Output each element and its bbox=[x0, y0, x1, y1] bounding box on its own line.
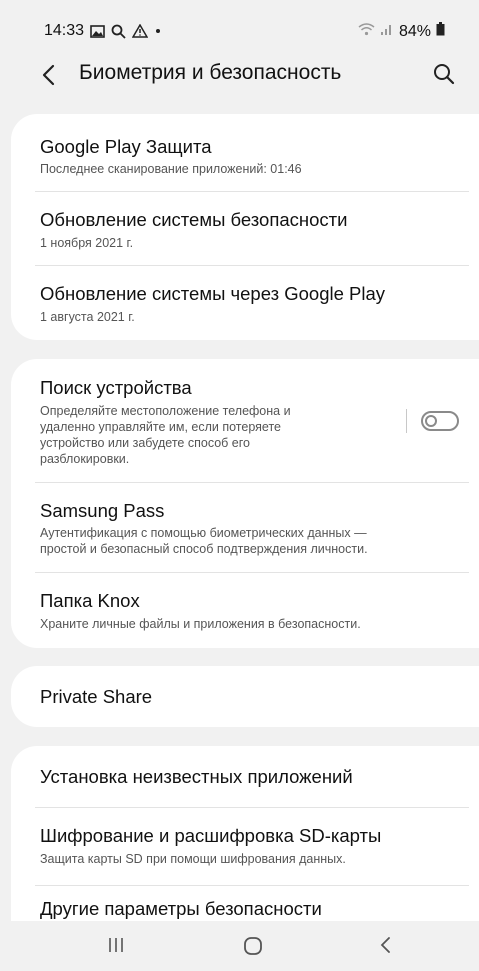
status-time: 14:33 bbox=[44, 22, 85, 39]
page-title: Биометрия и безопасность bbox=[79, 61, 342, 84]
gallery-icon bbox=[90, 24, 105, 38]
list-item-google-play-system-update[interactable]: Обновление системы через Google Play 1 а… bbox=[11, 266, 479, 340]
status-left: 14:33 bbox=[44, 22, 162, 40]
item-subtitle-line: Определяйте местоположение телефона и bbox=[40, 404, 291, 418]
item-title: Другие параметры безопасности bbox=[40, 898, 322, 919]
list-item-other-security-settings[interactable]: Другие параметры безопасности bbox=[11, 886, 479, 921]
item-title: Обновление системы через Google Play bbox=[40, 283, 386, 304]
toggle-separator bbox=[406, 409, 407, 433]
notification-dot-icon bbox=[154, 27, 162, 35]
app-bar: Биометрия и безопасность bbox=[0, 55, 479, 95]
item-subtitle: Защита карты SD при помощи шифрования да… bbox=[40, 852, 346, 866]
signal-icon bbox=[380, 22, 394, 41]
settings-card-device: Поиск устройства Определяйте местоположе… bbox=[11, 359, 479, 648]
item-subtitle-line: простой и безопасный способ подтверждени… bbox=[40, 542, 368, 556]
settings-card-apps: Установка неизвестных приложений Шифрова… bbox=[11, 746, 479, 921]
warning-icon bbox=[132, 24, 149, 38]
item-title: Private Share bbox=[40, 686, 153, 707]
item-title: Поиск устройства bbox=[40, 377, 192, 398]
list-item-security-update[interactable]: Обновление системы безопасности 1 ноября… bbox=[11, 192, 479, 266]
item-title: Samsung Pass bbox=[40, 500, 165, 521]
wifi-icon bbox=[358, 22, 375, 41]
item-subtitle-line: разблокировки. bbox=[40, 452, 130, 466]
search-status-icon bbox=[111, 24, 126, 39]
find-my-device-toggle[interactable] bbox=[421, 411, 459, 431]
item-subtitle: 1 августа 2021 г. bbox=[40, 310, 135, 324]
settings-card-updates: Google Play Защита Последнее сканировани… bbox=[11, 114, 479, 340]
home-icon[interactable] bbox=[243, 936, 263, 961]
list-item-knox-folder[interactable]: Папка Knox Храните личные файлы и прилож… bbox=[11, 573, 479, 648]
back-arrow-icon[interactable] bbox=[40, 63, 60, 87]
item-subtitle-line: удаленно управляйте им, если потеряете bbox=[40, 420, 281, 434]
item-subtitle-line: Аутентификация с помощью биометрических … bbox=[40, 526, 367, 540]
search-icon[interactable] bbox=[431, 61, 457, 87]
battery-level: 84% bbox=[398, 22, 431, 40]
item-title: Google Play Защита bbox=[40, 136, 212, 157]
item-subtitle: Храните личные файлы и приложения в безо… bbox=[40, 617, 361, 631]
recent-apps-icon[interactable] bbox=[108, 936, 124, 959]
list-item-google-play-protect[interactable]: Google Play Защита Последнее сканировани… bbox=[11, 114, 479, 190]
item-title: Папка Knox bbox=[40, 590, 140, 611]
item-subtitle-line: устройство или забудете способ его bbox=[40, 436, 250, 450]
item-title: Обновление системы безопасности bbox=[40, 209, 348, 230]
status-right: 84% bbox=[358, 22, 445, 41]
item-subtitle: Последнее сканирование приложений: 01:46 bbox=[40, 162, 302, 176]
battery-icon bbox=[436, 22, 445, 41]
navigation-bar bbox=[0, 921, 479, 971]
list-item-install-unknown-apps[interactable]: Установка неизвестных приложений bbox=[11, 746, 479, 807]
item-title: Установка неизвестных приложений bbox=[40, 766, 353, 787]
settings-card-private-share: Private Share bbox=[11, 666, 479, 727]
item-title: Шифрование и расшифровка SD-карты bbox=[40, 825, 382, 846]
back-nav-icon[interactable] bbox=[379, 935, 393, 960]
list-item-private-share[interactable]: Private Share bbox=[11, 666, 479, 727]
list-item-samsung-pass[interactable]: Samsung Pass Аутентификация с помощью би… bbox=[11, 483, 479, 571]
status-bar: 14:33 84% bbox=[0, 0, 479, 60]
toggle-knob bbox=[425, 415, 437, 427]
list-item-sd-card-encryption[interactable]: Шифрование и расшифровка SD-карты Защита… bbox=[11, 808, 479, 885]
item-subtitle: 1 ноября 2021 г. bbox=[40, 236, 134, 250]
list-item-find-my-device[interactable]: Поиск устройства Определяйте местоположе… bbox=[11, 359, 479, 481]
